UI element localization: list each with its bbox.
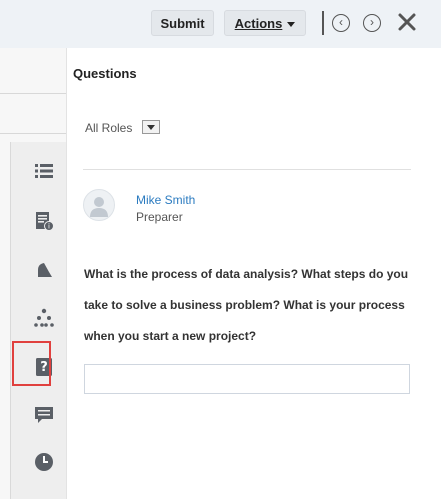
selected-item-highlight	[12, 341, 51, 386]
user-role: Preparer	[136, 210, 183, 224]
comment-icon	[35, 407, 53, 423]
top-toolbar: Submit Actions ‹ ›	[0, 0, 441, 48]
svg-text:i: i	[48, 223, 50, 231]
question-text: What is the process of data analysis? Wh…	[84, 267, 409, 343]
left-divider	[0, 93, 66, 94]
rail-item-notifications[interactable]	[33, 260, 55, 282]
rail-item-list[interactable]	[33, 160, 55, 182]
close-icon	[398, 13, 416, 31]
chevron-right-icon: ›	[370, 15, 374, 29]
chevron-left-icon: ‹	[339, 15, 343, 29]
previous-button[interactable]: ‹	[332, 14, 350, 32]
roles-filter-label: All Roles	[85, 121, 133, 135]
bell-icon	[38, 263, 52, 277]
hierarchy-icon	[34, 308, 54, 327]
actions-menu-button[interactable]: Actions	[224, 10, 306, 36]
submit-button[interactable]: Submit	[151, 10, 214, 36]
answer-input[interactable]	[84, 364, 410, 394]
left-divider	[0, 133, 66, 134]
report-icon: i	[36, 212, 54, 231]
rail-item-report[interactable]: i	[33, 210, 55, 232]
close-button[interactable]	[397, 12, 417, 32]
rail-item-hierarchy[interactable]	[33, 307, 55, 329]
rail-item-history[interactable]	[33, 451, 55, 473]
panel-title: Questions	[73, 66, 137, 81]
toolbar-divider	[322, 11, 324, 35]
next-button[interactable]: ›	[363, 14, 381, 32]
chevron-down-icon	[147, 125, 155, 130]
chevron-down-icon	[287, 22, 296, 28]
actions-label: Actions	[234, 16, 283, 31]
user-icon	[90, 197, 108, 217]
list-icon	[35, 164, 53, 178]
avatar	[83, 189, 115, 221]
divider	[83, 169, 411, 170]
side-rail: i ?	[10, 142, 67, 499]
user-name-link[interactable]: Mike Smith	[136, 193, 195, 207]
rail-item-comments[interactable]	[33, 404, 55, 426]
roles-dropdown-button[interactable]	[142, 120, 160, 134]
clock-icon	[35, 453, 53, 471]
